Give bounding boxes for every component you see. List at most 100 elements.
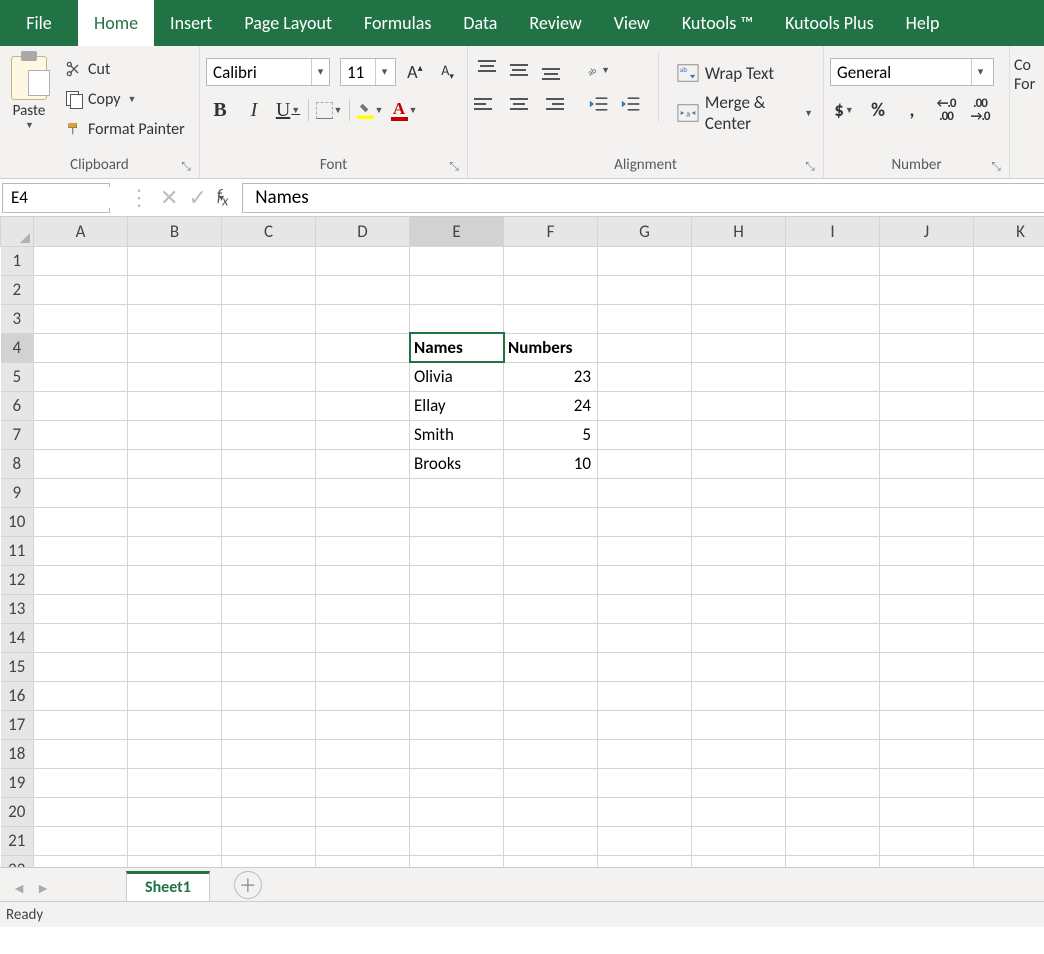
cell[interactable] bbox=[692, 826, 786, 855]
cell[interactable] bbox=[880, 304, 974, 333]
cell[interactable] bbox=[316, 507, 410, 536]
cell[interactable] bbox=[786, 275, 880, 304]
paste-button[interactable]: Paste ▼ bbox=[6, 52, 52, 131]
cell[interactable] bbox=[880, 507, 974, 536]
cell[interactable] bbox=[222, 362, 316, 391]
cell[interactable] bbox=[316, 333, 410, 362]
accounting-format-button[interactable]: $▼ bbox=[830, 96, 858, 124]
cell[interactable] bbox=[786, 710, 880, 739]
row-header[interactable]: 2 bbox=[1, 275, 34, 304]
cell[interactable] bbox=[128, 362, 222, 391]
cell[interactable] bbox=[410, 855, 504, 867]
cell[interactable] bbox=[598, 304, 692, 333]
cell[interactable] bbox=[598, 449, 692, 478]
cell[interactable] bbox=[34, 246, 128, 275]
cell[interactable] bbox=[974, 449, 1044, 478]
cell[interactable] bbox=[786, 797, 880, 826]
cell[interactable] bbox=[222, 594, 316, 623]
cell[interactable] bbox=[128, 391, 222, 420]
cell[interactable] bbox=[786, 536, 880, 565]
cell[interactable] bbox=[786, 304, 880, 333]
cell[interactable] bbox=[316, 826, 410, 855]
cell[interactable] bbox=[34, 275, 128, 304]
tab-file[interactable]: File bbox=[0, 0, 78, 46]
cell[interactable] bbox=[598, 246, 692, 275]
cell[interactable] bbox=[692, 652, 786, 681]
decrease-decimal-button[interactable]: .00→.0 bbox=[966, 96, 994, 124]
cell[interactable] bbox=[504, 536, 598, 565]
cell[interactable] bbox=[34, 362, 128, 391]
cell[interactable] bbox=[786, 333, 880, 362]
cell[interactable] bbox=[692, 594, 786, 623]
cell[interactable] bbox=[786, 768, 880, 797]
font-size-dropdown-icon[interactable]: ▾ bbox=[375, 59, 393, 85]
column-header[interactable]: G bbox=[598, 217, 692, 246]
cell[interactable] bbox=[504, 768, 598, 797]
row-header[interactable]: 6 bbox=[1, 391, 34, 420]
cell[interactable] bbox=[316, 420, 410, 449]
bold-button[interactable]: B bbox=[206, 96, 234, 124]
font-launcher-icon[interactable]: ⤡ bbox=[447, 160, 461, 174]
cell[interactable] bbox=[880, 652, 974, 681]
cell[interactable] bbox=[692, 478, 786, 507]
cell[interactable] bbox=[34, 594, 128, 623]
font-color-dropdown-icon[interactable]: ▼ bbox=[409, 105, 418, 116]
cell[interactable] bbox=[692, 710, 786, 739]
cell[interactable] bbox=[598, 565, 692, 594]
row-header[interactable]: 17 bbox=[1, 710, 34, 739]
cell[interactable] bbox=[504, 246, 598, 275]
cell[interactable] bbox=[786, 449, 880, 478]
cell[interactable] bbox=[598, 478, 692, 507]
cell[interactable] bbox=[410, 652, 504, 681]
cell[interactable] bbox=[974, 652, 1044, 681]
cell[interactable] bbox=[692, 420, 786, 449]
cell[interactable] bbox=[974, 768, 1044, 797]
cell[interactable] bbox=[598, 594, 692, 623]
row-header[interactable]: 12 bbox=[1, 565, 34, 594]
cell[interactable] bbox=[692, 536, 786, 565]
column-header[interactable]: F bbox=[504, 217, 598, 246]
cell[interactable] bbox=[128, 623, 222, 652]
cell[interactable] bbox=[504, 855, 598, 867]
cell[interactable] bbox=[316, 623, 410, 652]
cell[interactable] bbox=[880, 391, 974, 420]
cell[interactable] bbox=[974, 594, 1044, 623]
tab-insert[interactable]: Insert bbox=[154, 0, 228, 46]
cell[interactable] bbox=[692, 797, 786, 826]
cell[interactable] bbox=[34, 710, 128, 739]
cell[interactable] bbox=[316, 478, 410, 507]
cell[interactable] bbox=[504, 710, 598, 739]
cell[interactable] bbox=[222, 536, 316, 565]
cell[interactable] bbox=[692, 275, 786, 304]
row-header[interactable]: 14 bbox=[1, 623, 34, 652]
cell[interactable] bbox=[128, 797, 222, 826]
column-header[interactable]: E bbox=[410, 217, 504, 246]
cell[interactable] bbox=[128, 826, 222, 855]
number-format-dropdown-icon[interactable]: ▾ bbox=[971, 59, 989, 85]
row-header[interactable]: 19 bbox=[1, 768, 34, 797]
orientation-dropdown-icon[interactable]: ▼ bbox=[601, 65, 610, 76]
column-header[interactable]: B bbox=[128, 217, 222, 246]
increase-decimal-button[interactable]: ←.0.00 bbox=[932, 96, 960, 124]
align-bottom-button[interactable] bbox=[538, 58, 564, 82]
cell[interactable] bbox=[128, 420, 222, 449]
cell[interactable] bbox=[598, 739, 692, 768]
cell[interactable]: 5 bbox=[504, 420, 598, 449]
align-right-button[interactable] bbox=[538, 92, 564, 116]
cell[interactable] bbox=[974, 536, 1044, 565]
cut-button[interactable]: Cut bbox=[62, 54, 189, 84]
cell[interactable] bbox=[504, 826, 598, 855]
cell[interactable] bbox=[974, 855, 1044, 867]
cell[interactable] bbox=[316, 362, 410, 391]
cell[interactable] bbox=[880, 594, 974, 623]
increase-indent-button[interactable] bbox=[618, 92, 644, 116]
cell[interactable] bbox=[34, 855, 128, 867]
cell[interactable] bbox=[504, 275, 598, 304]
borders-dropdown-icon[interactable]: ▼ bbox=[334, 105, 343, 116]
cell[interactable] bbox=[692, 391, 786, 420]
cell[interactable] bbox=[880, 768, 974, 797]
merge-dropdown-icon[interactable]: ▼ bbox=[804, 108, 813, 119]
cell[interactable] bbox=[34, 449, 128, 478]
cell[interactable] bbox=[128, 536, 222, 565]
cell[interactable] bbox=[974, 420, 1044, 449]
